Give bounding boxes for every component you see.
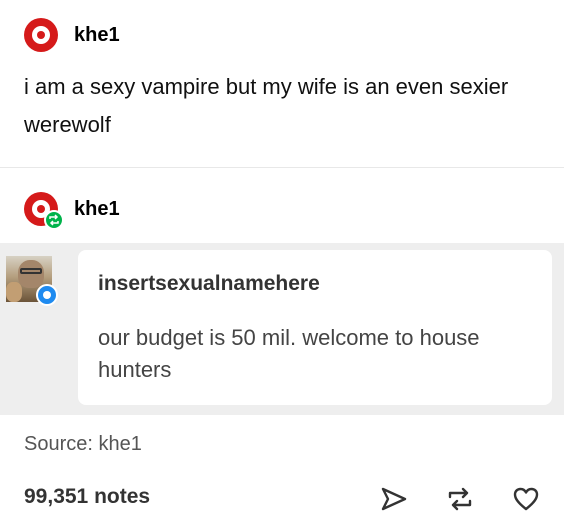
reply-author[interactable]: insertsexualnamehere — [98, 272, 532, 296]
post-divider — [0, 167, 564, 168]
heart-icon[interactable] — [512, 485, 540, 513]
avatar-khe1[interactable] — [24, 18, 58, 52]
notes-count[interactable]: 99,351 notes — [24, 485, 150, 509]
post-actions — [380, 485, 540, 513]
post-text: i am a sexy vampire but my wife is an ev… — [24, 74, 509, 137]
source-link[interactable]: Source: khe1 — [24, 433, 142, 456]
post-author[interactable]: khe1 — [74, 24, 120, 47]
reblog-avatar-wrap[interactable] — [24, 192, 64, 230]
reblog-author[interactable]: khe1 — [74, 198, 120, 221]
original-post-header: khe1 — [24, 18, 120, 52]
reblog-badge-icon — [44, 210, 64, 230]
chat-badge-icon — [36, 284, 58, 306]
reply-bubble: insertsexualnamehere our budget is 50 mi… — [78, 250, 552, 405]
reblog-icon[interactable] — [446, 485, 474, 513]
reply-text: our budget is 50 mil. welcome to house h… — [98, 325, 480, 382]
share-icon[interactable] — [380, 485, 408, 513]
reblog-header: khe1 — [24, 192, 120, 230]
